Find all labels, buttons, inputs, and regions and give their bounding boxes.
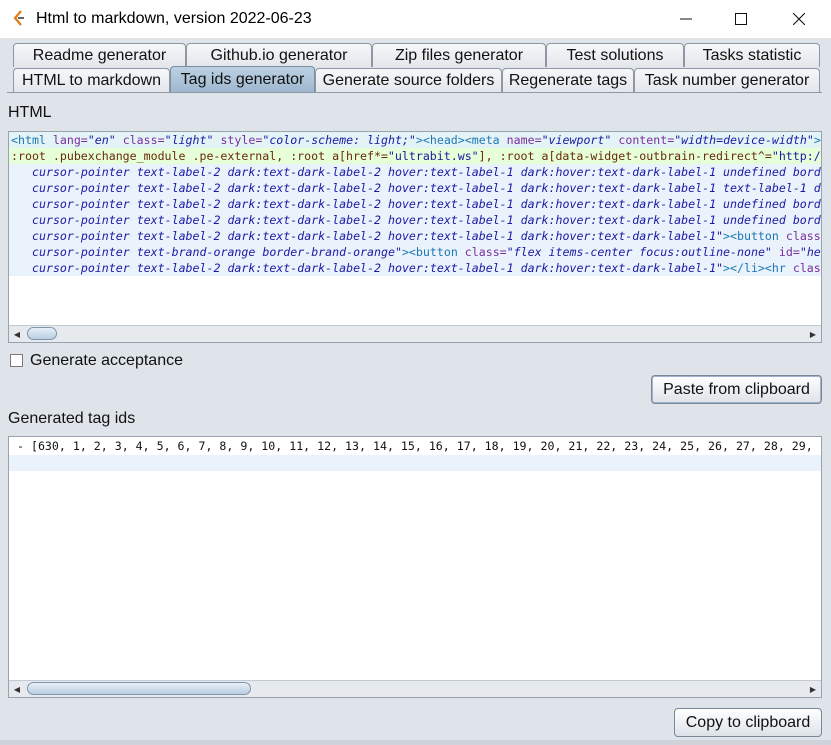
tab-test-solutions[interactable]: Test solutions bbox=[546, 43, 684, 67]
current-line-highlight bbox=[9, 455, 821, 471]
code-token: "light" bbox=[164, 133, 214, 147]
code-token: cursor-pointer text-label-2 dark:text-da… bbox=[32, 229, 724, 243]
code-token: cursor-pointer text-label-2 dark:text-da… bbox=[32, 181, 821, 195]
tab-tag-ids-generator[interactable]: Tag ids generator bbox=[170, 66, 315, 92]
close-button[interactable] bbox=[776, 0, 822, 38]
code-token: style= bbox=[213, 133, 263, 147]
output-section-label: Generated tag ids bbox=[8, 410, 136, 427]
code-line: cursor-pointer text-brand-orange border-… bbox=[9, 244, 821, 260]
tab-regenerate-tags[interactable]: Regenerate tags bbox=[502, 68, 634, 92]
output-line: - [630, 1, 2, 3, 4, 5, 6, 7, 8, 9, 10, 1… bbox=[17, 439, 813, 453]
output-horizontal-scrollbar[interactable]: ◀ ▶ bbox=[9, 680, 821, 697]
paste-from-clipboard-button[interactable]: Paste from clipboard bbox=[651, 375, 822, 404]
code-line: cursor-pointer text-label-2 dark:text-da… bbox=[9, 260, 821, 276]
code-token: <html bbox=[11, 133, 53, 147]
code-token: "width=device-width" bbox=[674, 133, 814, 147]
window-title: Html to markdown, version 2022-06-23 bbox=[36, 10, 312, 27]
code-line: cursor-pointer text-label-2 dark:text-da… bbox=[9, 180, 821, 196]
code-token: clas bbox=[792, 261, 821, 275]
code-token: ><head><meta bbox=[415, 133, 507, 147]
code-token: class= bbox=[115, 133, 165, 147]
code-token: ><button bbox=[401, 245, 465, 259]
code-token: ], :root a[data-widget-outbrain-redirect… bbox=[478, 149, 772, 163]
scroll-left-arrow-icon[interactable]: ◀ bbox=[9, 326, 25, 342]
tab-github-io-generator[interactable]: Github.io generator bbox=[186, 43, 372, 67]
html-horizontal-scrollbar[interactable]: ◀ ▶ bbox=[9, 325, 821, 342]
maximize-icon bbox=[735, 13, 747, 25]
code-token: id= bbox=[771, 245, 800, 259]
output-scroll-thumb[interactable] bbox=[27, 682, 251, 695]
html-input-editor[interactable]: <html lang="en" class="light" style="col… bbox=[8, 131, 822, 343]
scroll-left-arrow-icon[interactable]: ◀ bbox=[9, 681, 25, 697]
scroll-right-arrow-icon[interactable]: ▶ bbox=[805, 326, 821, 342]
html-code-area[interactable]: <html lang="en" class="light" style="col… bbox=[9, 132, 821, 326]
code-token: cursor-pointer text-label-2 dark:text-da… bbox=[32, 165, 821, 179]
code-token: :root .pubexchange_module .pe-external, … bbox=[11, 149, 388, 163]
code-token: "he bbox=[799, 245, 821, 259]
app-logo-icon bbox=[13, 10, 24, 26]
generate-acceptance-checkbox[interactable] bbox=[10, 354, 23, 367]
tab-html-to-markdown[interactable]: HTML to markdown bbox=[13, 68, 170, 92]
tab-tasks-statistic[interactable]: Tasks statistic bbox=[684, 43, 820, 67]
code-token: cursor-pointer text-label-2 dark:text-da… bbox=[32, 197, 821, 211]
code-token: "ultrabit.ws" bbox=[387, 149, 479, 163]
code-line: cursor-pointer text-label-2 dark:text-da… bbox=[9, 196, 821, 212]
code-token: "flex items-center focus:outline-none" bbox=[506, 245, 772, 259]
close-icon bbox=[793, 13, 805, 25]
code-line: :root .pubexchange_module .pe-external, … bbox=[9, 148, 821, 164]
code-token: ></li><hr bbox=[723, 261, 793, 275]
code-line: cursor-pointer text-label-2 dark:text-da… bbox=[9, 228, 821, 244]
code-token: ><button bbox=[723, 229, 786, 243]
maximize-button[interactable] bbox=[718, 0, 764, 38]
tag-ids-code-area[interactable]: - [630, 1, 2, 3, 4, 5, 6, 7, 8, 9, 10, 1… bbox=[9, 437, 821, 681]
title-bar: Html to markdown, version 2022-06-23 bbox=[0, 0, 831, 39]
code-line: cursor-pointer text-label-2 dark:text-da… bbox=[9, 212, 821, 228]
code-token: "http:/ bbox=[771, 149, 821, 163]
code-token: content= bbox=[611, 133, 675, 147]
code-token: "en" bbox=[87, 133, 116, 147]
code-token: "color-scheme: light;" bbox=[262, 133, 416, 147]
minimize-icon bbox=[680, 18, 692, 20]
code-token: class= bbox=[464, 245, 507, 259]
tab-task-number-generator[interactable]: Task number generator bbox=[634, 68, 820, 92]
code-token: class bbox=[785, 229, 821, 243]
copy-to-clipboard-button[interactable]: Copy to clipboard bbox=[674, 708, 822, 737]
minimize-button[interactable] bbox=[663, 0, 709, 38]
tab-zip-files-generator[interactable]: Zip files generator bbox=[372, 43, 546, 67]
html-section-label: HTML bbox=[8, 104, 52, 121]
code-line: cursor-pointer text-label-2 dark:text-da… bbox=[9, 164, 821, 180]
scroll-right-arrow-icon[interactable]: ▶ bbox=[805, 681, 821, 697]
window-bottom-edge bbox=[0, 740, 831, 745]
code-token: name= bbox=[506, 133, 542, 147]
generate-acceptance-label[interactable]: Generate acceptance bbox=[30, 352, 183, 370]
code-token: cursor-pointer text-label-2 dark:text-da… bbox=[32, 213, 821, 227]
tab-readme-generator[interactable]: Readme generator bbox=[13, 43, 186, 67]
code-token: lang= bbox=[52, 133, 88, 147]
tag-ids-output-editor[interactable]: - [630, 1, 2, 3, 4, 5, 6, 7, 8, 9, 10, 1… bbox=[8, 436, 822, 698]
tab-generate-source-folders[interactable]: Generate source folders bbox=[315, 68, 502, 92]
html-scroll-thumb[interactable] bbox=[27, 327, 57, 340]
code-token: > bbox=[813, 133, 821, 147]
code-token: cursor-pointer text-label-2 dark:text-da… bbox=[32, 261, 724, 275]
code-line: <html lang="en" class="light" style="col… bbox=[9, 132, 821, 148]
code-token: "viewport" bbox=[541, 133, 612, 147]
tab-divider bbox=[7, 92, 822, 93]
code-token: cursor-pointer text-brand-orange border-… bbox=[32, 245, 402, 259]
